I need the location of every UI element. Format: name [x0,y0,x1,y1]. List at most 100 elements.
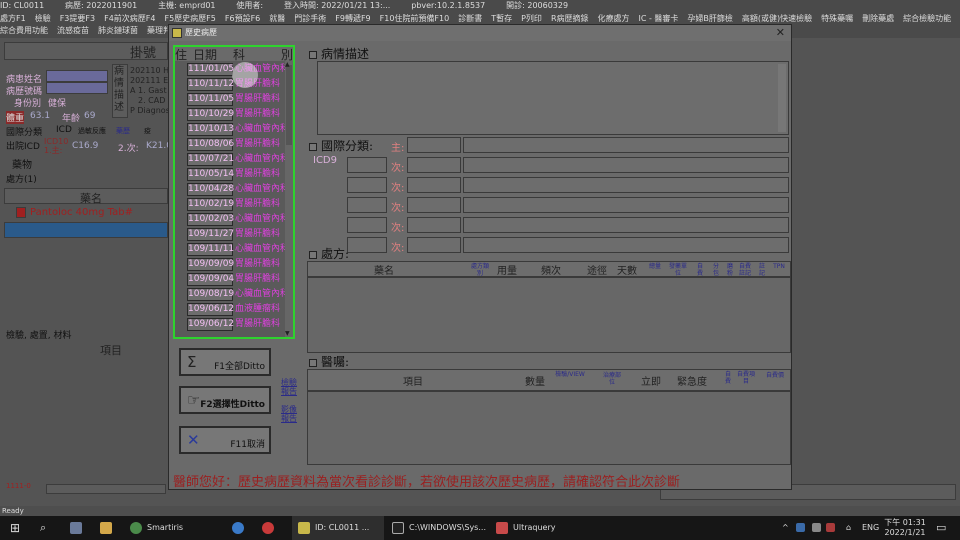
ime-indicator[interactable]: ENG [862,516,879,540]
taskbar-app-id-window[interactable]: ID: CL0011 ... [292,516,384,540]
start-windows-icon[interactable]: ⊞ [10,516,20,540]
f1-ditto-all-button[interactable]: Σ F1全部Ditto [179,348,271,376]
notification-icon[interactable]: ▭ [936,516,946,540]
icd-secondary-desc-field[interactable] [463,197,789,213]
icd-secondary-code-field[interactable] [407,217,461,233]
tray-icon-2[interactable] [812,516,826,540]
history-date[interactable]: 110/02/19 [187,198,234,211]
history-date[interactable]: 110/04/28 [187,183,234,196]
history-date[interactable]: 110/08/06 [187,138,234,151]
order-checkbox[interactable] [309,358,317,367]
drug-row-selected[interactable] [4,222,168,238]
history-row[interactable]: 110/02/19 胃腸肝膽科 [187,197,293,212]
icd-extra-field[interactable] [347,237,387,253]
exam-report-link[interactable]: 檢驗報告 [281,378,301,396]
chart-no-field[interactable] [46,82,108,94]
history-row[interactable]: 110/07/21 心臟血管內科 [187,152,293,167]
history-date[interactable]: 109/08/19 [187,288,234,301]
history-date[interactable]: 110/02/03 [187,213,234,226]
icd-tab[interactable]: 國際分類 [6,125,42,138]
desc-textarea[interactable] [317,61,789,135]
history-row[interactable]: 109/08/19 心臟血管內科 [187,287,293,302]
menu-item[interactable]: 肺炎鏈球菌 [98,25,138,37]
rx-list-area[interactable] [307,277,791,353]
desc-scrollbar[interactable] [778,64,786,132]
tray-chevron-icon[interactable]: ^ [782,516,789,540]
rx-checkbox[interactable] [309,250,317,259]
history-date[interactable]: 109/11/27 [187,228,234,241]
taskbar-app-icon-1[interactable] [70,516,87,540]
desc-checkbox[interactable] [309,50,317,59]
scroll-up-icon[interactable]: ▲ [285,61,290,68]
history-row[interactable]: 110/08/06 胃腸肝膽科 [187,137,293,152]
icd-secondary-code-field[interactable] [407,197,461,213]
order-list-area[interactable] [307,391,791,465]
icd-extra-field[interactable] [347,157,387,173]
history-date[interactable]: 109/09/09 [187,258,234,271]
icd-secondary-code-field[interactable] [407,237,461,253]
clock[interactable]: 下午 01:31 2022/1/21 [884,516,926,540]
history-date[interactable]: 110/07/21 [187,153,234,166]
icd-extra-field[interactable] [347,217,387,233]
image-report-link[interactable]: 影像報告 [281,405,301,423]
search-icon[interactable]: ⌕ [40,516,46,540]
history-row[interactable]: 109/09/04 胃腸肝膽科 [187,272,293,287]
history-date[interactable]: 110/05/14 [187,168,234,181]
history-row[interactable]: 110/05/14 胃腸肝膽科 [187,167,293,182]
vaccine-button[interactable]: 疫 [144,126,151,136]
history-date[interactable]: 109/11/11 [187,243,234,256]
history-date[interactable]: 109/06/12 [187,318,234,331]
f2-ditto-select-button[interactable]: ☞ F2選擇性Ditto [179,386,271,414]
icd-extra-field[interactable] [347,177,387,193]
history-row[interactable]: 110/10/29 胃腸肝膽科 [187,107,293,122]
taskbar-app-smartiris[interactable]: Smartiris [130,516,183,540]
history-date[interactable]: 109/09/04 [187,273,234,286]
icd-button[interactable]: ICD [56,125,72,135]
history-row[interactable]: 110/02/03 心臟血管內科 [187,212,293,227]
tray-icon-1[interactable] [796,516,810,540]
history-scrollbar[interactable]: ▲ ▼ [285,61,293,337]
taskbar-app-ultraquery[interactable]: Ultraquery [496,516,556,540]
drug-row-1[interactable]: Pantoloc 40mg Tab# [30,207,133,218]
history-row[interactable]: 110/04/28 心臟血管內科 [187,182,293,197]
menu-item[interactable]: 刪除藥處 [862,13,894,25]
ie-browser-icon[interactable] [232,516,249,540]
medicine-tab[interactable]: 藥物 [12,156,32,171]
history-date[interactable]: 111/01/05 [187,63,234,76]
taskbar-app-red-icon[interactable] [262,516,279,540]
menu-item[interactable]: F4前次病歷F4 [104,13,155,25]
network-icon[interactable]: ⌂ [846,516,851,540]
history-row[interactable]: 109/11/27 胃腸肝膽科 [187,227,293,242]
history-row[interactable]: 110/10/13 心臟血管內科 [187,122,293,137]
taskbar-app-cmd[interactable]: C:\WINDOWS\Sys... [392,516,486,540]
icd-secondary-code-field[interactable] [407,157,461,173]
drug-history-button[interactable]: 藥歷 [116,126,130,136]
history-row[interactable]: 109/09/09 胃腸肝膽科 [187,257,293,272]
history-date[interactable]: 110/11/05 [187,93,234,106]
history-date[interactable]: 110/10/29 [187,108,234,121]
icd-secondary-code-field[interactable] [407,177,461,193]
menu-item[interactable]: 流感疫苗 [57,25,89,37]
history-row[interactable]: 109/06/12 胃腸肝膽科 [187,317,293,332]
icd-secondary-desc-field[interactable] [463,157,789,173]
icd-secondary-desc-field[interactable] [463,237,789,253]
file-explorer-icon[interactable] [100,516,117,540]
history-row[interactable]: 109/11/11 心臟血管內科 [187,242,293,257]
menu-item[interactable]: 綜合檢驗功能 [903,13,951,25]
history-row[interactable]: 110/11/05 胃腸肝膽科 [187,92,293,107]
icd-main-code-field[interactable] [407,137,461,153]
menu-item[interactable]: 處方F1 [0,13,26,25]
history-row[interactable]: 109/06/12 血液腫瘤科 [187,302,293,317]
icd-main-desc-field[interactable] [463,137,789,153]
bottom-scrollbar[interactable] [46,484,166,494]
close-icon[interactable]: ✕ [776,26,785,39]
menu-item[interactable]: F3提要F3 [60,13,95,25]
menu-item[interactable]: 特殊藥囑 [821,13,853,25]
f11-cancel-button[interactable]: ✕ F11取消 [179,426,271,454]
history-date[interactable]: 110/11/12 [187,78,234,91]
history-date[interactable]: 110/10/13 [187,123,234,136]
scroll-down-icon[interactable]: ▼ [285,330,290,337]
history-date[interactable]: 109/06/12 [187,303,234,316]
icd-extra-field[interactable] [347,197,387,213]
scroll-thumb[interactable] [286,65,292,145]
